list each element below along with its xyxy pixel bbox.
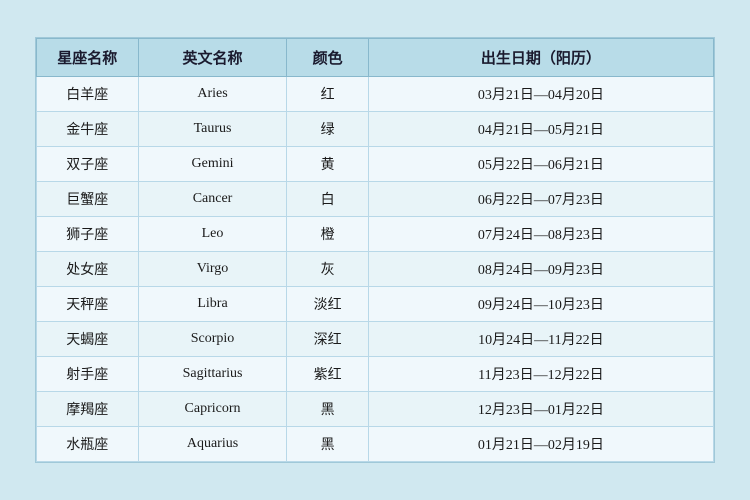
table-row: 巨蟹座Cancer白06月22日—07月23日 (37, 182, 714, 217)
cell-chinese-name: 天秤座 (37, 287, 139, 322)
cell-date-range: 04月21日—05月21日 (368, 112, 713, 147)
table-row: 狮子座Leo橙07月24日—08月23日 (37, 217, 714, 252)
cell-chinese-name: 金牛座 (37, 112, 139, 147)
cell-date-range: 12月23日—01月22日 (368, 392, 713, 427)
cell-english-name: Cancer (138, 182, 287, 217)
header-chinese-name: 星座名称 (37, 39, 139, 77)
cell-english-name: Aquarius (138, 427, 287, 462)
cell-date-range: 05月22日—06月21日 (368, 147, 713, 182)
header-color: 颜色 (287, 39, 368, 77)
cell-color: 灰 (287, 252, 368, 287)
zodiac-table-container: 星座名称 英文名称 颜色 出生日期（阳历） 白羊座Aries红03月21日—04… (35, 37, 715, 463)
cell-color: 黑 (287, 392, 368, 427)
table-body: 白羊座Aries红03月21日—04月20日金牛座Taurus绿04月21日—0… (37, 77, 714, 462)
table-row: 白羊座Aries红03月21日—04月20日 (37, 77, 714, 112)
header-date-range: 出生日期（阳历） (368, 39, 713, 77)
cell-color: 黄 (287, 147, 368, 182)
cell-color: 红 (287, 77, 368, 112)
cell-english-name: Virgo (138, 252, 287, 287)
cell-date-range: 01月21日—02月19日 (368, 427, 713, 462)
cell-english-name: Leo (138, 217, 287, 252)
cell-date-range: 03月21日—04月20日 (368, 77, 713, 112)
cell-date-range: 06月22日—07月23日 (368, 182, 713, 217)
table-row: 处女座Virgo灰08月24日—09月23日 (37, 252, 714, 287)
cell-chinese-name: 处女座 (37, 252, 139, 287)
table-row: 天蝎座Scorpio深红10月24日—11月22日 (37, 322, 714, 357)
cell-english-name: Aries (138, 77, 287, 112)
cell-chinese-name: 天蝎座 (37, 322, 139, 357)
table-header-row: 星座名称 英文名称 颜色 出生日期（阳历） (37, 39, 714, 77)
cell-color: 橙 (287, 217, 368, 252)
table-row: 天秤座Libra淡红09月24日—10月23日 (37, 287, 714, 322)
cell-chinese-name: 射手座 (37, 357, 139, 392)
table-row: 射手座Sagittarius紫红11月23日—12月22日 (37, 357, 714, 392)
cell-english-name: Gemini (138, 147, 287, 182)
cell-date-range: 09月24日—10月23日 (368, 287, 713, 322)
cell-english-name: Libra (138, 287, 287, 322)
table-row: 金牛座Taurus绿04月21日—05月21日 (37, 112, 714, 147)
cell-english-name: Taurus (138, 112, 287, 147)
table-row: 双子座Gemini黄05月22日—06月21日 (37, 147, 714, 182)
cell-color: 紫红 (287, 357, 368, 392)
cell-date-range: 11月23日—12月22日 (368, 357, 713, 392)
cell-chinese-name: 双子座 (37, 147, 139, 182)
cell-color: 深红 (287, 322, 368, 357)
cell-color: 淡红 (287, 287, 368, 322)
cell-color: 绿 (287, 112, 368, 147)
cell-date-range: 10月24日—11月22日 (368, 322, 713, 357)
cell-chinese-name: 水瓶座 (37, 427, 139, 462)
table-row: 摩羯座Capricorn黑12月23日—01月22日 (37, 392, 714, 427)
zodiac-table: 星座名称 英文名称 颜色 出生日期（阳历） 白羊座Aries红03月21日—04… (36, 38, 714, 462)
cell-chinese-name: 巨蟹座 (37, 182, 139, 217)
cell-color: 白 (287, 182, 368, 217)
cell-chinese-name: 狮子座 (37, 217, 139, 252)
cell-date-range: 07月24日—08月23日 (368, 217, 713, 252)
cell-english-name: Capricorn (138, 392, 287, 427)
header-english-name: 英文名称 (138, 39, 287, 77)
cell-chinese-name: 摩羯座 (37, 392, 139, 427)
cell-date-range: 08月24日—09月23日 (368, 252, 713, 287)
table-row: 水瓶座Aquarius黑01月21日—02月19日 (37, 427, 714, 462)
cell-color: 黑 (287, 427, 368, 462)
cell-english-name: Scorpio (138, 322, 287, 357)
cell-chinese-name: 白羊座 (37, 77, 139, 112)
cell-english-name: Sagittarius (138, 357, 287, 392)
